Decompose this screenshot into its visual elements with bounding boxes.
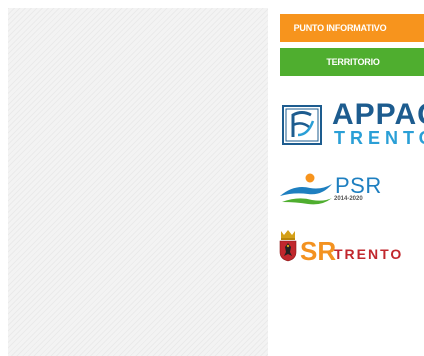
appag-trento-logo-link[interactable]: APPAG TRENTO [280,98,424,150]
psr-wave-icon [280,173,332,205]
appag-logo-icon [282,105,322,145]
srtrento-logo-link[interactable]: SR TRENTO [278,228,424,268]
territorio-button[interactable]: TERRITORIO [280,48,424,76]
appag-title: APPAG [332,98,424,131]
sr-title: SR [300,236,337,266]
psr-logo-link[interactable]: PSR 2014-2020 [278,170,388,210]
territorio-label: TERRITORIO [326,57,380,67]
sidebar: PUNTO INFORMATIVO TERRITORIO APPAG TRENT… [278,0,424,356]
punto-informativo-button[interactable]: PUNTO INFORMATIVO [280,14,424,42]
sr-subtitle: TRENTO [334,246,404,262]
punto-informativo-label: PUNTO INFORMATIVO [293,23,387,33]
content-placeholder [8,8,268,356]
trentino-crest-icon [279,230,297,262]
appag-subtitle: TRENTO [334,128,424,148]
psr-years: 2014-2020 [334,196,363,202]
page: PUNTO INFORMATIVO TERRITORIO APPAG TRENT… [0,0,424,356]
